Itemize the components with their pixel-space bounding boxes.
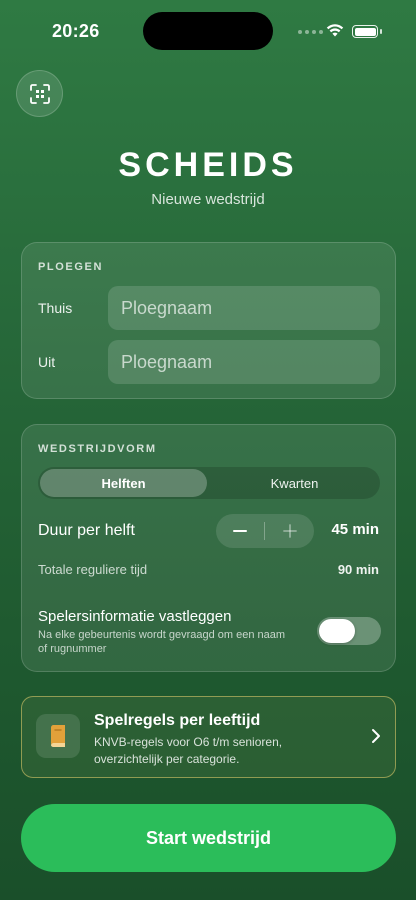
decrement-button[interactable]: [216, 514, 264, 548]
home-team-input[interactable]: [108, 286, 380, 330]
duration-stepper: [216, 514, 314, 548]
rules-icon-container: [36, 714, 80, 758]
match-format-card: WEDSTRIJDVORM Helften Kwarten Duur per h…: [21, 424, 396, 672]
total-time-value: 90 min: [337, 562, 379, 577]
rules-title: Spelregels per leeftijd: [94, 712, 261, 729]
period-segmented-control: Helften Kwarten: [38, 467, 380, 499]
increment-button[interactable]: [266, 514, 314, 548]
segment-kwarten[interactable]: Kwarten: [211, 469, 378, 497]
format-section-title: WEDSTRIJDVORM: [38, 443, 157, 455]
wifi-icon: [326, 24, 344, 37]
teams-section-title: PLOEGEN: [38, 261, 103, 273]
toggle-knob: [319, 619, 355, 643]
minus-icon: [233, 530, 247, 532]
status-time: 20:26: [52, 21, 100, 41]
book-icon: [51, 725, 65, 748]
segment-helften[interactable]: Helften: [40, 469, 207, 497]
battery-icon: [352, 25, 378, 38]
duration-label: Duur per helft: [38, 522, 135, 539]
total-time-label: Totale reguliere tijd: [38, 562, 148, 577]
status-bar: 20:26: [0, 0, 416, 64]
start-match-button[interactable]: Start wedstrijd: [21, 804, 396, 872]
teams-card: PLOEGEN Thuis Uit: [21, 242, 396, 399]
player-info-toggle[interactable]: [317, 617, 381, 645]
plus-icon: [283, 524, 297, 538]
away-team-label: Uit: [38, 354, 56, 370]
player-info-title: Spelersinformatie vastleggen: [38, 608, 232, 625]
rules-description: KNVB-regels voor O6 t/m senioren, overzi…: [94, 735, 283, 766]
duration-value: 45 min: [331, 521, 379, 538]
cellular-signal-icon: [298, 30, 323, 34]
player-info-description: Na elke gebeurtenis wordt gevraagd om ee…: [38, 629, 286, 655]
page-subtitle: Nieuwe wedstrijd: [151, 191, 265, 208]
chevron-right-icon: [372, 729, 380, 743]
dynamic-island: [143, 12, 273, 50]
app-title: SCHEIDS: [118, 146, 298, 184]
age-rules-card[interactable]: Spelregels per leeftijd KNVB-regels voor…: [21, 696, 396, 778]
qr-scan-button[interactable]: [16, 70, 63, 117]
away-team-input[interactable]: [108, 340, 380, 384]
home-team-label: Thuis: [38, 300, 73, 316]
stepper-divider: [264, 522, 265, 540]
qr-scan-icon: [29, 83, 50, 104]
